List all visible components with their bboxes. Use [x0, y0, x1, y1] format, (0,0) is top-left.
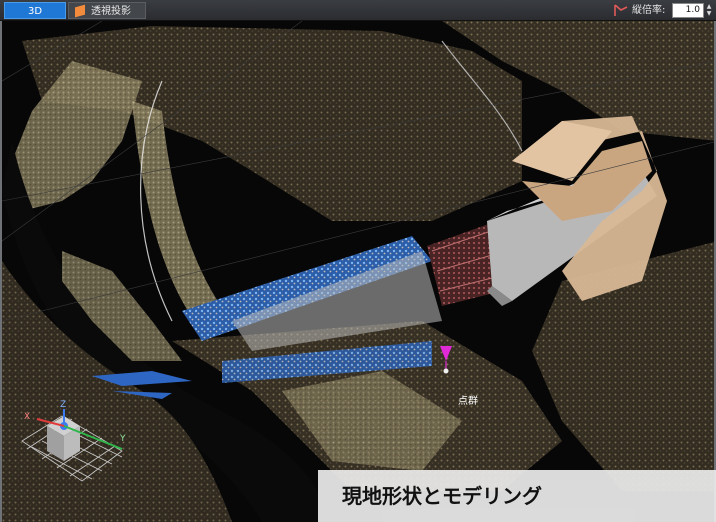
perspective-cube-icon	[75, 4, 85, 18]
3d-viewport[interactable]: Z X Y 点群	[0, 21, 716, 522]
toolbar: 3D 透視投影 縦倍率: 1.0 ▲ ▼	[0, 0, 716, 21]
vertical-scale-spinner[interactable]: ▲ ▼	[705, 3, 713, 18]
chevron-up-icon[interactable]: ▲	[705, 3, 713, 10]
axis-x-label: X	[24, 412, 30, 422]
axis-z-label: Z	[60, 400, 66, 410]
caption-banner: 現地形状とモデリング	[318, 470, 716, 522]
tab-perspective-label: 透視投影	[91, 6, 131, 17]
point-cloud-label: 点群	[458, 396, 478, 407]
tab-perspective[interactable]: 透視投影	[68, 2, 146, 19]
vertical-scale-label: 縦倍率:	[632, 5, 666, 16]
chevron-down-icon[interactable]: ▼	[705, 10, 713, 17]
axis-y-label: Y	[119, 434, 126, 444]
tab-3d[interactable]: 3D	[4, 2, 66, 19]
vertical-scale-input[interactable]: 1.0	[672, 3, 704, 18]
point-cloud-scene: Z X Y	[2, 21, 714, 522]
vertical-scale-icon	[614, 4, 628, 16]
